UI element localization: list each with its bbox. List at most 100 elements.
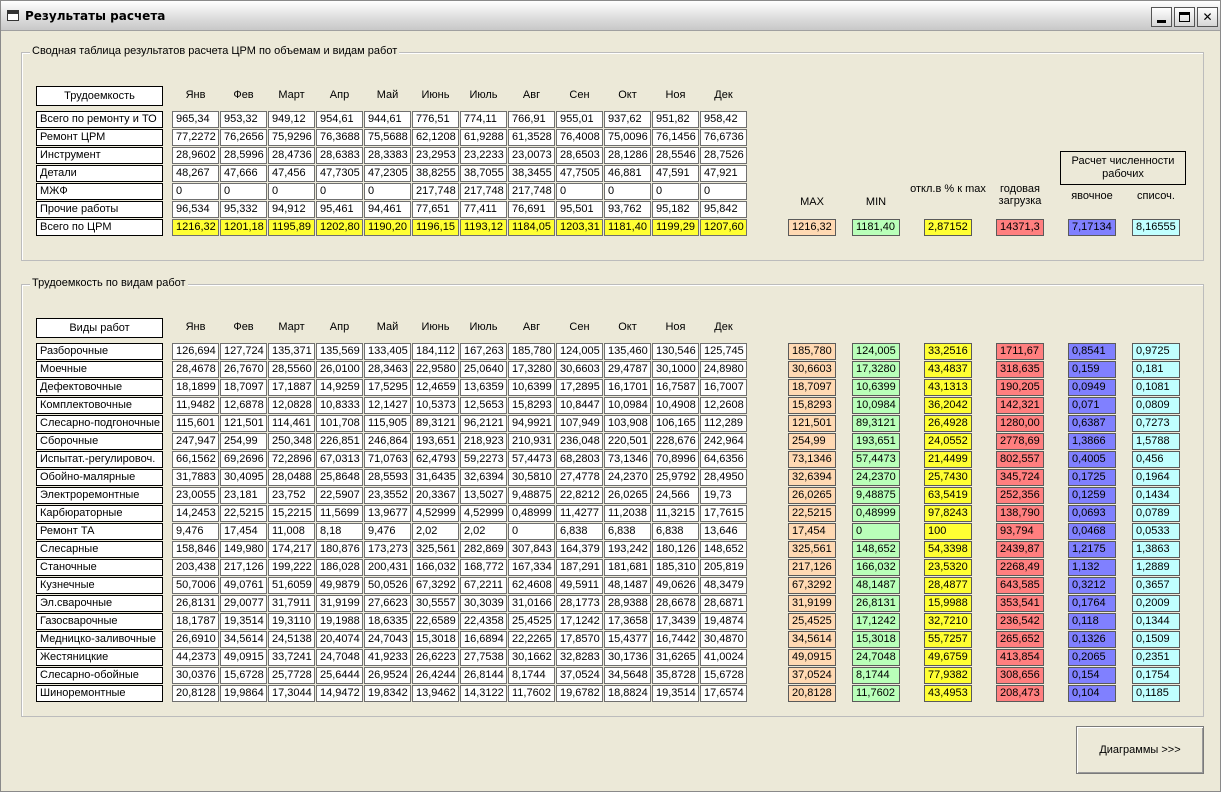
work-type-cell: 44,2373 [172,649,219,666]
work-type-cell: 10,5373 [412,397,459,414]
work-type-cell: 20,4074 [316,631,363,648]
work-type-cell: 13,646 [700,523,747,540]
work-type-cell: 24,8980 [700,361,747,378]
work-type-cell: 48,3479 [700,577,747,594]
work-type-cell: 11,4277 [556,505,603,522]
attendance-value: 0,2065 [1068,649,1116,666]
work-type-label: Моечные [36,361,163,378]
summary-cell: 75,0096 [604,129,651,146]
work-type-cell: 126,694 [172,343,219,360]
summary-cell: 38,8255 [412,165,459,182]
max-value: 37,0524 [788,667,836,684]
work-type-cell: 22,5907 [316,487,363,504]
min-value: 57,4473 [852,451,900,468]
work-type-cell: 27,7538 [460,649,507,666]
summary-cell: 94,461 [364,201,411,218]
work-type-cell: 50,7006 [172,577,219,594]
work-type-cell: 254,99 [220,433,267,450]
work-type-cell: 49,0761 [220,577,267,594]
summary-cell: 61,9288 [460,129,507,146]
work-type-cell: 49,0915 [220,649,267,666]
month-header: Сен [569,321,590,333]
summary-cell: 217,748 [508,183,555,200]
month-header: Июнь [421,321,450,333]
work-type-cell: 167,334 [508,559,555,576]
work-type-cell: 115,905 [364,415,411,432]
summary-cell: 0 [172,183,219,200]
deviation-value: 43,1313 [924,379,972,396]
work-type-cell: 71,0763 [364,451,411,468]
title-bar[interactable]: Результаты расчета ✕ [1,1,1220,31]
work-type-cell: 62,4608 [508,577,555,594]
work-type-cell: 30,1000 [652,361,699,378]
work-type-cell: 13,9462 [412,685,459,702]
work-type-cell: 41,9233 [364,649,411,666]
work-type-cell: 2,02 [412,523,459,540]
attendance-value: 1,2175 [1068,541,1116,558]
work-type-cell: 130,546 [652,343,699,360]
summary-cell: 96,534 [172,201,219,218]
max-value: 31,9199 [788,595,836,612]
work-type-cell: 26,0100 [316,361,363,378]
work-type-label: Электроремонтные [36,487,163,504]
work-type-label: Медницко-заливочные [36,631,163,648]
max-value: 32,6394 [788,469,836,486]
work-type-label: Сборочные [36,433,163,450]
work-type-cell: 15,8293 [508,397,555,414]
close-button[interactable]: ✕ [1197,7,1218,27]
summary-cell: 217,748 [412,183,459,200]
payroll-value: 0,1344 [1132,613,1180,630]
work-type-cell: 247,947 [172,433,219,450]
summary-cell: 77,2272 [172,129,219,146]
total-deviation-value: 2,87152 [924,219,972,236]
summary-cell: 1184,05 [508,219,555,236]
summary-cell: 28,6383 [316,147,363,164]
work-type-cell: 6,838 [604,523,651,540]
max-value: 20,8128 [788,685,836,702]
payroll-value: 0,1509 [1132,631,1180,648]
work-type-cell: 49,9879 [316,577,363,594]
attendance-value: 0,1725 [1068,469,1116,486]
work-type-cell: 17,1887 [268,379,315,396]
work-type-cell: 17,5295 [364,379,411,396]
total-max-value: 1216,32 [788,219,836,236]
payroll-value: 0,0809 [1132,397,1180,414]
minimize-button[interactable] [1151,7,1172,27]
summary-cell: 217,748 [460,183,507,200]
work-type-cell: 49,5911 [556,577,603,594]
work-type-cell: 17,7615 [700,505,747,522]
work-type-cell: 19,9864 [220,685,267,702]
work-type-cell: 19,3110 [268,613,315,630]
work-type-cell: 32,8283 [556,649,603,666]
max-value: 18,7097 [788,379,836,396]
payroll-value: 1,5788 [1132,433,1180,450]
labor-intensity-header: Трудоемкость [36,86,163,106]
work-type-cell: 121,501 [220,415,267,432]
min-value: 24,2370 [852,469,900,486]
work-type-label: Слесарные [36,541,163,558]
work-type-cell: 26,6910 [172,631,219,648]
work-type-cell: 30,1736 [604,649,651,666]
payroll-value: 0,1081 [1132,379,1180,396]
diagrams-button[interactable]: Диаграммы >>> [1076,726,1204,774]
max-value: 15,8293 [788,397,836,414]
work-type-label: Дефектовочные [36,379,163,396]
work-type-cell: 15,4377 [604,631,651,648]
payroll-value: 0,1434 [1132,487,1180,504]
work-type-cell: 217,126 [220,559,267,576]
month-header: Дек [714,321,733,333]
annual-value: 1280,00 [996,415,1044,432]
month-header: Фев [233,321,254,333]
annual-value: 236,542 [996,613,1044,630]
deviation-value: 77,9382 [924,667,972,684]
work-type-cell: 37,0524 [556,667,603,684]
maximize-button[interactable] [1174,7,1195,27]
work-types-header: Виды работ [36,318,163,338]
work-type-cell: 17,6574 [700,685,747,702]
work-type-cell: 31,0166 [508,595,555,612]
window-icon [7,10,19,21]
work-type-cell: 10,8447 [556,397,603,414]
work-type-cell: 11,5699 [316,505,363,522]
annual-value: 2439,87 [996,541,1044,558]
work-type-cell: 184,112 [412,343,459,360]
